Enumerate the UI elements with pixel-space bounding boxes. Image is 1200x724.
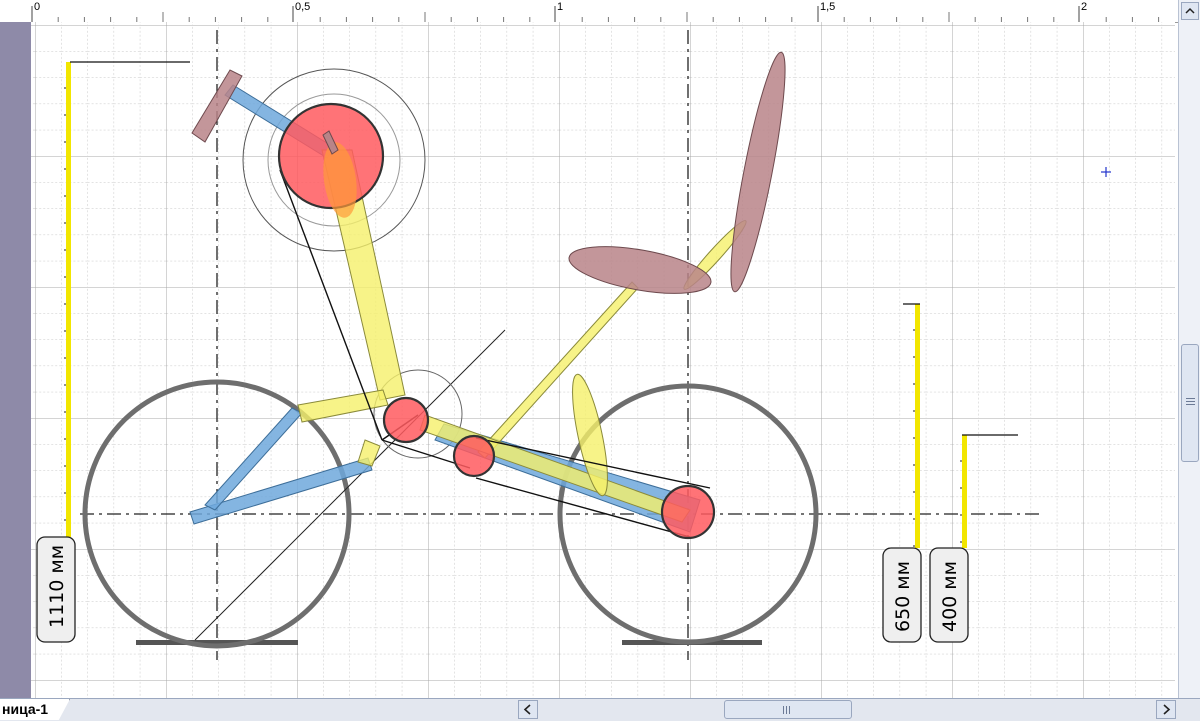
scroll-left-button[interactable]: [518, 700, 538, 719]
chevron-left-icon: [523, 704, 531, 715]
dimension-text-low: 400 мм: [939, 561, 961, 632]
dimension-bar-mid: [915, 304, 920, 548]
scroll-up-button[interactable]: [1181, 2, 1199, 20]
left-panel-strip: [0, 22, 31, 698]
dimension-label-total[interactable]: 1110 мм: [36, 536, 76, 643]
dimension-text-total: 1110 мм: [46, 545, 68, 628]
hscroll-grip-icon: [783, 706, 792, 714]
scroll-grip-icon: [1186, 398, 1195, 407]
horizontal-scrollbar[interactable]: [518, 700, 1178, 720]
bottom-status-bar: ница-1: [0, 698, 1200, 721]
vertical-scroll-thumb[interactable]: [1181, 344, 1199, 462]
dimension-text-mid: 650 мм: [892, 561, 914, 632]
crank-joint[interactable]: [382, 396, 430, 444]
scroll-right-button[interactable]: [1156, 700, 1176, 719]
idler-joint[interactable]: [452, 434, 496, 478]
ruler-ticks: [31, 6, 1160, 22]
horizontal-ruler: 0 0,5 1 1,5 2: [0, 0, 1178, 23]
dimension-bar-low: [962, 435, 967, 548]
chevron-right-icon: [1163, 704, 1171, 715]
chevron-up-icon: [1185, 7, 1195, 14]
front-hub[interactable]: [660, 484, 716, 540]
dimension-bar-total: [66, 62, 71, 537]
dimension-label-mid[interactable]: 650 мм: [882, 547, 922, 643]
dimension-label-low[interactable]: 400 мм: [929, 547, 969, 643]
horizontal-scroll-thumb[interactable]: [724, 700, 852, 719]
tab-page-1[interactable]: ница-1: [0, 699, 70, 720]
drawing-canvas[interactable]: 1110 мм 650 мм 400 мм: [31, 22, 1175, 698]
vertical-scrollbar[interactable]: [1178, 0, 1200, 698]
